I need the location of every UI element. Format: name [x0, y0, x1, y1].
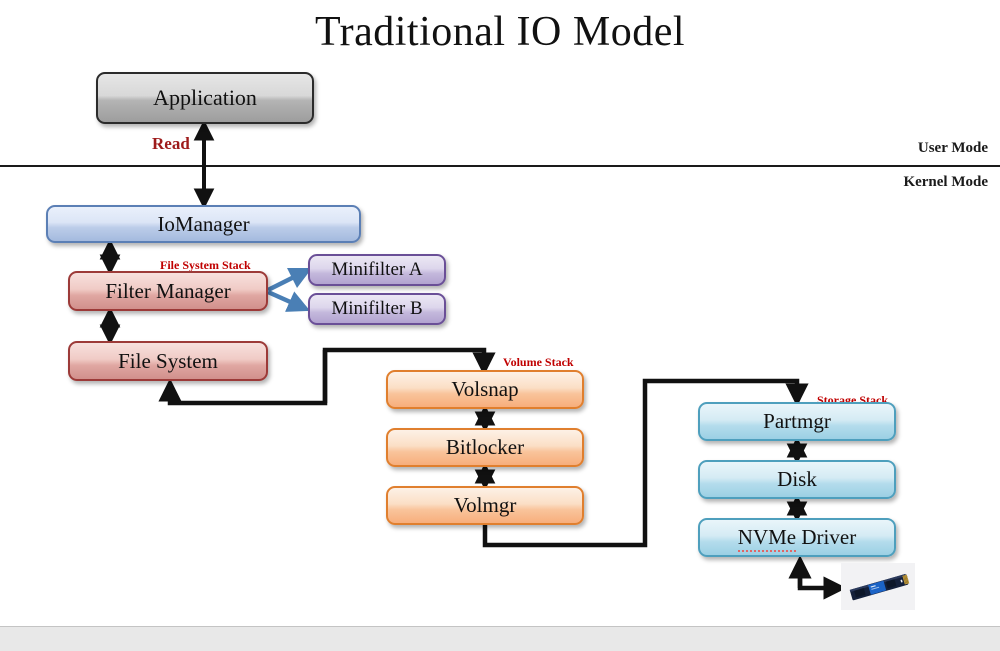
box-partmgr[interactable]: Partmgr: [698, 402, 896, 441]
box-disk-label: Disk: [777, 467, 817, 491]
box-volsnap-label: Volsnap: [451, 377, 519, 401]
slide-canvas: Traditional IO Model User Mode Kernel Mo…: [0, 0, 1000, 651]
page-title: Traditional IO Model: [314, 9, 686, 55]
kernel-mode-label: Kernel Mode: [903, 174, 988, 190]
box-minifilter-b[interactable]: Minifilter B: [308, 293, 446, 325]
box-file-system-label: File System: [118, 348, 218, 373]
box-filter-manager-label: Filter Manager: [105, 278, 231, 303]
box-minifilter-a[interactable]: Minifilter A: [308, 254, 446, 286]
box-minifilter-a-label: Minifilter A: [331, 259, 423, 280]
box-filter-manager[interactable]: Filter Manager: [68, 271, 268, 311]
box-application[interactable]: Application: [96, 72, 314, 124]
diagram-canvas: Traditional IO Model User Mode Kernel Mo…: [0, 0, 1000, 625]
box-volmgr-label: Volmgr: [453, 493, 517, 517]
read-label: Read: [152, 134, 190, 153]
user-mode-label: User Mode: [917, 140, 988, 156]
ssd-device-image: [841, 563, 915, 610]
viewer-bottom-bar: [0, 626, 1000, 651]
box-application-label: Application: [153, 85, 257, 110]
box-minifilter-b-label: Minifilter B: [331, 298, 423, 319]
box-partmgr-label: Partmgr: [763, 409, 831, 433]
box-nvme-driver[interactable]: NVMe Driver: [698, 518, 896, 557]
connector-filtermanager-minifilter-b: [267, 289, 311, 312]
box-volsnap[interactable]: Volsnap: [386, 370, 584, 409]
label-volume-stack: Volume Stack: [503, 355, 574, 369]
box-nvme-driver-label: NVMe Driver: [737, 525, 857, 552]
box-iomanager[interactable]: IoManager: [46, 205, 361, 243]
box-file-system[interactable]: File System: [68, 341, 268, 381]
box-disk[interactable]: Disk: [698, 460, 896, 499]
user-kernel-divider-line: [0, 165, 1000, 167]
box-bitlocker[interactable]: Bitlocker: [386, 428, 584, 467]
box-bitlocker-label: Bitlocker: [445, 435, 525, 459]
box-iomanager-label: IoManager: [157, 211, 250, 236]
connector-nvmedriver-ssd: [788, 555, 847, 600]
box-nvme-driver-label-misspelled: NVMe: [737, 525, 797, 552]
connector-filtermanager-minifilter-a: [266, 267, 313, 293]
box-volmgr[interactable]: Volmgr: [386, 486, 584, 525]
box-nvme-driver-label-suffix: Driver: [796, 525, 857, 549]
